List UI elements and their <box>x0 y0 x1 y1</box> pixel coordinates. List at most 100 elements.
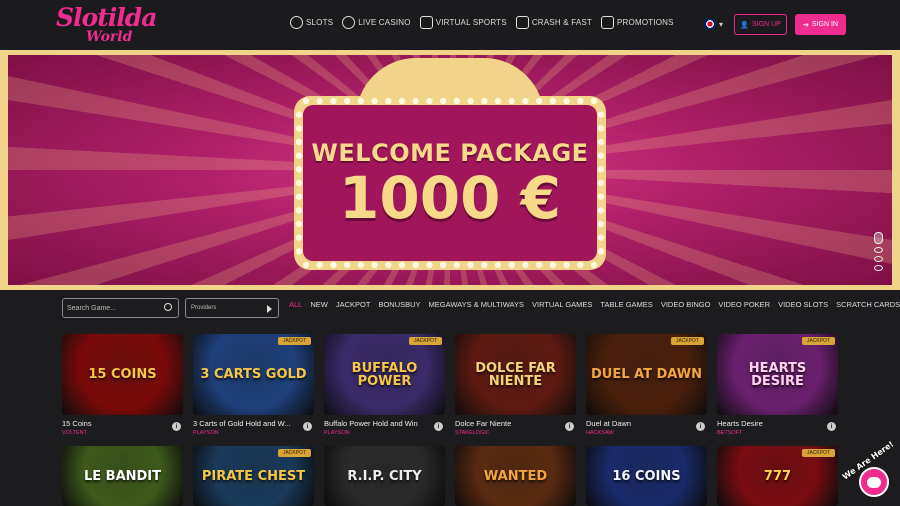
nav-item-2[interactable]: VIRTUAL SPORTS <box>419 16 507 29</box>
sign-in-label: SIGN IN <box>811 21 838 28</box>
game-card[interactable]: 3 CARTS GOLD Jackpot 3 Carts of Gold Hold … <box>193 334 314 436</box>
category-tab[interactable]: JACKPOT <box>336 300 371 309</box>
marquee-bulb <box>330 97 337 105</box>
game-card[interactable]: 15 COINS 15 Coins VOLTENT i <box>62 334 183 436</box>
game-thumbnail[interactable]: DUEL AT DAWN Jackpot <box>586 334 707 415</box>
game-art-title: PIRATE CHEST <box>201 468 306 484</box>
marquee-bulb <box>426 97 433 105</box>
game-thumbnail[interactable]: 15 COINS <box>62 334 183 415</box>
nav-item-4[interactable]: PROMOTIONS <box>601 16 674 29</box>
nav-item-1[interactable]: LIVE CASINO <box>342 16 410 29</box>
marquee-bulb <box>494 261 502 269</box>
game-card[interactable]: HEARTS DESIRE Jackpot Hearts Desire BETSOFT… <box>717 334 838 436</box>
marquee-bulb <box>295 152 303 159</box>
game-provider: VOLTENT <box>62 430 87 436</box>
marquee-bulb <box>316 97 323 105</box>
info-icon[interactable]: i <box>565 422 574 431</box>
pagination-dot[interactable] <box>874 256 883 262</box>
gift-icon <box>601 16 615 29</box>
search-placeholder: Search Game... <box>67 304 117 312</box>
game-card[interactable]: PIRATE CHEST Jackpot <box>193 446 314 506</box>
nav-item-3[interactable]: CRASH & FAST <box>515 16 592 29</box>
game-thumbnail[interactable]: 3 CARTS GOLD Jackpot <box>193 334 314 415</box>
game-art-title: WANTED <box>483 468 548 484</box>
game-name[interactable]: 3 Carts of Gold Hold and W... <box>193 419 298 428</box>
jackpot-badge: Jackpot <box>277 337 311 345</box>
marquee-bulb <box>597 234 605 241</box>
game-art-title: LE BANDIT <box>83 468 162 484</box>
info-icon[interactable]: i <box>303 422 312 431</box>
marquee-bulb <box>371 97 378 105</box>
marquee-bulb <box>385 261 392 269</box>
virtual-sports-icon <box>419 16 433 29</box>
game-thumbnail[interactable]: PIRATE CHEST Jackpot <box>193 446 314 506</box>
info-icon[interactable]: i <box>696 422 705 431</box>
marquee-bulb <box>426 261 433 269</box>
sign-in-button[interactable]: ➔ SIGN IN <box>795 14 846 35</box>
nav-item-0[interactable]: SLOTS <box>290 16 333 29</box>
marquee-bulb <box>494 97 502 105</box>
marquee-bulb <box>453 261 461 269</box>
brand-logo[interactable]: Slotilda World <box>56 3 157 47</box>
game-name[interactable]: Duel at Dawn <box>586 419 691 428</box>
language-selector[interactable]: ▾ <box>704 18 723 30</box>
chat-button[interactable] <box>859 467 889 497</box>
marquee-bulb <box>522 97 529 105</box>
game-card[interactable]: DUEL AT DAWN Jackpot Duel at Dawn HACKSAW i <box>586 334 707 436</box>
game-art-title: 15 COINS <box>88 367 157 382</box>
category-tab[interactable]: MEGAWAYS & MULTIWAYS <box>429 300 524 309</box>
sign-up-button[interactable]: 👤 SIGN UP <box>734 14 787 35</box>
marquee-bulb <box>302 97 310 105</box>
marquee-bulb <box>481 261 488 269</box>
game-thumbnail[interactable]: WANTED <box>455 446 576 506</box>
pagination-dot[interactable] <box>874 265 883 271</box>
game-thumbnail[interactable]: DOLCE FAR NIENTE <box>455 334 576 415</box>
category-tab[interactable]: BONUSBUY <box>378 300 420 309</box>
pagination-dot[interactable] <box>874 247 883 253</box>
game-thumbnail[interactable]: BUFFALO POWER Jackpot <box>324 334 445 415</box>
category-tab[interactable]: SCRATCH CARDS <box>836 300 900 309</box>
providers-dropdown[interactable]: Providers <box>185 298 279 318</box>
game-card[interactable]: LE BANDIT <box>62 446 183 506</box>
game-thumbnail[interactable]: LE BANDIT <box>62 446 183 506</box>
game-card[interactable]: 777 Jackpot <box>717 446 838 506</box>
game-card[interactable]: DOLCE FAR NIENTE Dolce Far Niente STAKELOG… <box>455 334 576 436</box>
info-icon[interactable]: i <box>434 422 443 431</box>
game-card[interactable]: R.I.P. CITY <box>324 446 445 506</box>
marquee-bulb <box>481 97 488 105</box>
category-tab[interactable]: VIRTUAL GAMES <box>532 300 592 309</box>
game-provider: BETSOFT <box>717 430 743 436</box>
game-name[interactable]: Hearts Desire <box>717 419 822 428</box>
game-name[interactable]: Dolce Far Niente <box>455 419 560 428</box>
game-card[interactable]: 16 COINS <box>586 446 707 506</box>
category-tab[interactable]: NEW <box>310 300 328 309</box>
game-name[interactable]: Buffalo Power Hold and Win <box>324 419 429 428</box>
marquee-bulb <box>295 248 303 255</box>
search-input[interactable]: Search Game... <box>62 298 179 318</box>
game-thumbnail[interactable]: R.I.P. CITY <box>324 446 445 506</box>
pagination-dot-active[interactable] <box>874 232 883 244</box>
nav-item-label: LIVE CASINO <box>358 18 411 27</box>
marquee-bulb <box>357 261 365 269</box>
marquee-bulb <box>439 261 447 269</box>
marquee-bulb <box>590 97 598 105</box>
marquee-bulb <box>597 152 605 159</box>
game-card[interactable]: WANTED <box>455 446 576 506</box>
category-tab[interactable]: VIDEO SLOTS <box>778 300 828 309</box>
game-thumbnail[interactable]: 16 COINS <box>586 446 707 506</box>
category-tab[interactable]: TABLE GAMES <box>600 300 652 309</box>
marquee-bulb <box>597 166 605 173</box>
nav-item-label: SLOTS <box>306 18 334 27</box>
search-icon[interactable] <box>164 303 172 311</box>
game-name[interactable]: 15 Coins <box>62 419 167 428</box>
marquee-bulb <box>439 97 447 105</box>
marquee-bulb <box>295 207 303 214</box>
info-icon[interactable]: i <box>172 422 181 431</box>
category-tab[interactable]: VIDEO BINGO <box>661 300 711 309</box>
category-tab[interactable]: VIDEO POKER <box>718 300 770 309</box>
category-tab[interactable]: ALL <box>289 300 302 309</box>
game-thumbnail[interactable]: HEARTS DESIRE Jackpot <box>717 334 838 415</box>
info-icon[interactable]: i <box>827 422 836 431</box>
game-card[interactable]: BUFFALO POWER Jackpot Buffalo Power Hold a… <box>324 334 445 436</box>
game-thumbnail[interactable]: 777 Jackpot <box>717 446 838 506</box>
